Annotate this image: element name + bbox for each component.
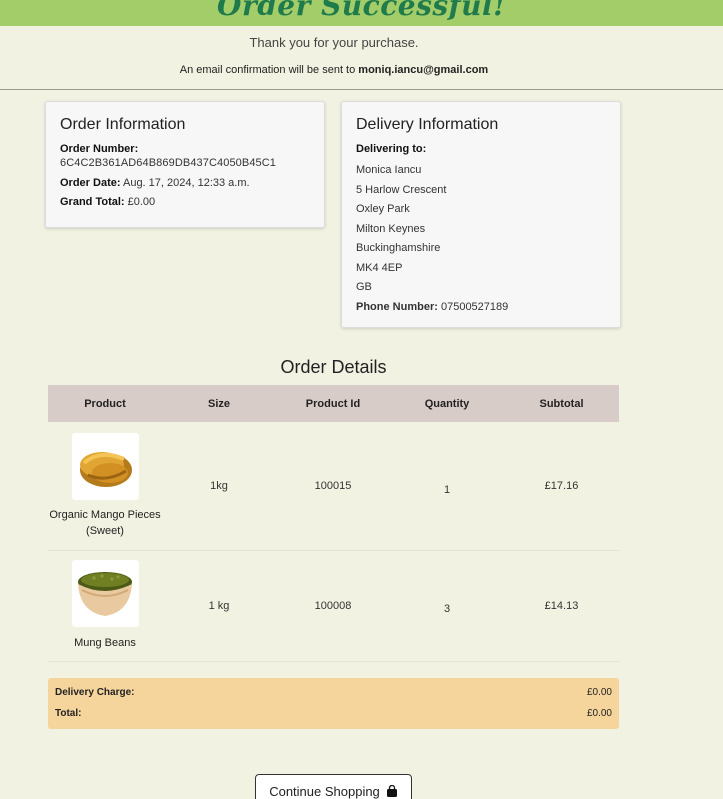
grand-total-row: Grand Total: £0.00 <box>60 195 310 209</box>
success-banner: Order Successful! <box>0 0 723 26</box>
address-line: MK4 4EP <box>356 261 403 274</box>
order-number: 6C4C2B361AD64B869DB437C4050B45C1 <box>60 157 277 169</box>
continue-shopping-label: Continue Shopping <box>269 784 380 799</box>
product-quantity: 3 <box>443 603 451 615</box>
order-details-title: Order Details <box>280 357 387 377</box>
product-subtotal: £14.13 <box>544 600 579 612</box>
address-line: Milton Keynes <box>356 222 426 235</box>
delivery-information-card: Delivery Information Delivering to: Moni… <box>341 101 621 328</box>
product-name[interactable]: Mung Beans <box>48 635 162 651</box>
address-line: GB <box>356 281 372 293</box>
column-header-product-id: Product Id <box>305 397 361 410</box>
address-line: Monica Iancu <box>356 164 422 176</box>
delivery-charge-label: Delivery Charge: <box>55 687 135 698</box>
email-address: moniq.iancu@gmail.com <box>358 64 489 76</box>
delivering-to-label: Delivering to: <box>356 143 427 155</box>
table-row: Mung Beans 1 kg 100008 3 £14.13 <box>48 551 619 662</box>
address-line: Oxley Park <box>356 203 410 215</box>
continue-shopping-button[interactable]: Continue Shopping <box>255 774 412 799</box>
product-name[interactable]: Organic Mango Pieces (Sweet) <box>48 507 162 539</box>
product-size: 1 kg <box>208 600 230 612</box>
order-summary: Delivery Charge: £0.00 Total: £0.00 <box>48 678 619 729</box>
email-prefix: An email confirmation will be sent to <box>179 64 359 76</box>
total-value: £0.00 <box>586 708 612 719</box>
order-date-label: Order Date: <box>60 177 121 189</box>
product-quantity: 1 <box>443 484 451 496</box>
thank-you-message: Thank you for your purchase. <box>249 35 419 50</box>
column-header-quantity: Quantity <box>424 397 470 410</box>
order-date: Aug. 17, 2024, 12:33 a.m. <box>122 177 250 189</box>
phone-label: Phone Number: <box>356 300 438 313</box>
address-line: Buckinghamshire <box>356 242 441 254</box>
total-label: Total: <box>55 708 82 719</box>
shopping-bag-icon <box>386 784 398 797</box>
column-header-size: Size <box>207 397 230 410</box>
product-id: 100015 <box>314 480 352 492</box>
page-title: Order Successful! <box>217 0 506 22</box>
delivery-information-title: Delivery Information <box>356 116 499 133</box>
order-number-label: Order Number: <box>60 143 139 155</box>
order-information-card: Order Information Order Number: 6C4C2B36… <box>45 101 325 228</box>
product-id: 100008 <box>314 600 352 612</box>
dried-mango-icon[interactable] <box>72 433 139 500</box>
grand-total: £0.00 <box>127 196 156 208</box>
phone-row: Phone Number: 07500527189 <box>356 298 606 318</box>
order-information-title: Order Information <box>60 116 186 133</box>
table-header: Product Size Product Id Quantity Subtota… <box>48 385 619 422</box>
order-date-row: Order Date: Aug. 17, 2024, 12:33 a.m. <box>60 176 310 190</box>
address-line: 5 Harlow Crescent <box>356 183 447 196</box>
phone-number: 07500527189 <box>440 300 509 313</box>
delivering-to-label-row: Delivering to: <box>356 142 606 156</box>
product-size: 1kg <box>210 480 228 492</box>
order-number-row: Order Number: <box>60 142 310 156</box>
table-row: Organic Mango Pieces (Sweet) 1kg 100015 … <box>48 422 619 551</box>
email-confirmation-line: An email confirmation will be sent to mo… <box>0 64 668 76</box>
column-header-product: Product <box>84 397 126 410</box>
divider <box>0 89 723 90</box>
product-subtotal: £17.16 <box>544 480 579 492</box>
column-header-subtotal: Subtotal <box>539 397 584 410</box>
grand-total-label: Grand Total: <box>60 196 125 208</box>
mung-beans-bowl-icon[interactable] <box>72 560 139 627</box>
delivery-charge-value: £0.00 <box>586 687 612 698</box>
